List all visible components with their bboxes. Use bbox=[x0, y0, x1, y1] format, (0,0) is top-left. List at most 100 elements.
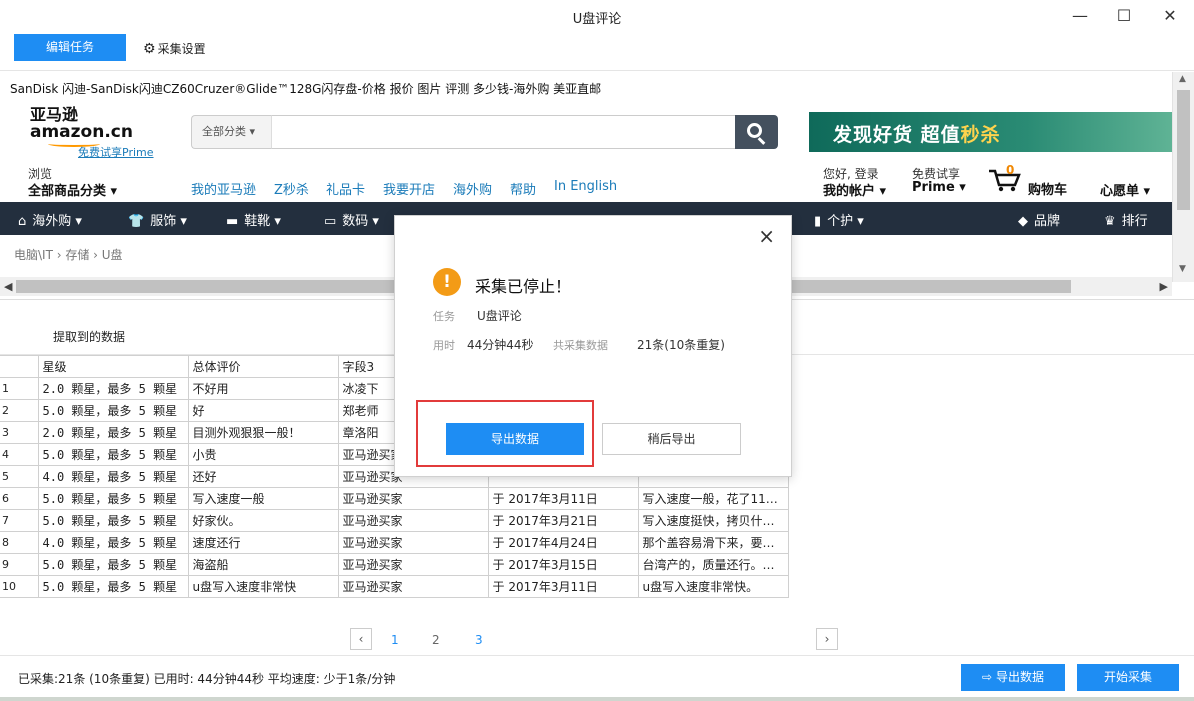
dialog-export-later-button[interactable]: 稍后导出 bbox=[602, 423, 741, 455]
breadcrumb[interactable]: 电脑\IT › 存储 › U盘 bbox=[14, 246, 123, 263]
shirt-icon: 👕 bbox=[128, 214, 145, 229]
bottom-strip bbox=[0, 697, 1194, 701]
nav-link-z-deals[interactable]: Z秒杀 bbox=[274, 179, 309, 198]
nav-cat-personal-care[interactable]: ▮ 个护 ▾ bbox=[814, 210, 864, 229]
time-value: 44分钟44秒 bbox=[467, 338, 534, 352]
nav-link-sell[interactable]: 我要开店 bbox=[383, 179, 435, 198]
export-icon: ⇨ bbox=[982, 670, 993, 684]
cell-date: 于 2017年3月21日 bbox=[487, 509, 639, 532]
row-index: 6 bbox=[0, 487, 39, 510]
cell-date: 于 2017年3月11日 bbox=[487, 487, 639, 510]
search-input[interactable] bbox=[271, 115, 736, 149]
nav-cat-apparel[interactable]: 👕 服饰 ▾ bbox=[128, 210, 187, 229]
wishlist-menu[interactable]: 心愿单 ▾ bbox=[1100, 180, 1150, 199]
cell-field3: 亚马逊买家 bbox=[337, 509, 489, 532]
start-collect-button[interactable]: 开始采集 bbox=[1077, 664, 1179, 691]
col-header-rating[interactable]: 星级 bbox=[37, 355, 189, 378]
scroll-right-arrow-icon[interactable]: ▶ bbox=[1160, 280, 1168, 293]
window-title: U盘评论 bbox=[572, 12, 622, 27]
dialog-title: 采集已停止！ bbox=[475, 277, 572, 296]
prev-page-button[interactable]: ‹ bbox=[350, 628, 372, 650]
cell-field3: 亚马逊买家 bbox=[337, 575, 489, 598]
tab-extracted-data[interactable]: 提取到的数据 bbox=[0, 320, 178, 356]
cell-overall: 速度还行 bbox=[187, 531, 339, 554]
close-icon[interactable]: × bbox=[758, 224, 775, 248]
trophy-icon: ♛ bbox=[1104, 214, 1116, 229]
collect-settings-button[interactable]: ⚙ 采集设置 bbox=[143, 40, 206, 57]
cell-overall: 好 bbox=[187, 399, 339, 422]
banner-highlight: 秒杀 bbox=[960, 124, 1001, 146]
col-header-index[interactable] bbox=[0, 355, 39, 378]
scroll-thumb[interactable] bbox=[1177, 90, 1190, 210]
cart-icon[interactable]: 0 bbox=[988, 165, 1022, 193]
nav-cat-digital[interactable]: ▭ 数码 ▾ bbox=[324, 210, 379, 229]
cell-date: 于 2017年4月24日 bbox=[487, 531, 639, 554]
highlight-box bbox=[416, 400, 594, 467]
nav-link-english[interactable]: In English bbox=[554, 179, 617, 194]
table-row[interactable]: 8 4.0 颗星，最多 5 颗星 速度还行 亚马逊买家于 2017年4月24日 那个盖容… bbox=[0, 531, 789, 554]
cart-label[interactable]: 购物车 bbox=[1028, 179, 1067, 198]
cell-content: u盘写入速度非常快。 bbox=[637, 575, 789, 598]
nav-cat-brands[interactable]: ◆ 品牌 bbox=[1018, 210, 1060, 229]
search-button[interactable] bbox=[735, 115, 778, 149]
table-row[interactable]: 9 5.0 颗星，最多 5 颗星 海盗船 亚马逊买家于 2017年3月15日 台湾产的，… bbox=[0, 553, 789, 576]
row-index: 7 bbox=[0, 509, 39, 532]
col-header-overall[interactable]: 总体评价 bbox=[187, 355, 339, 378]
cell-content: 那个盖容易滑下来，要… bbox=[637, 531, 789, 554]
cell-rating: 4.0 颗星，最多 5 颗星 bbox=[37, 531, 189, 554]
search-category-dropdown[interactable]: 全部分类 ▾ bbox=[191, 115, 271, 149]
scroll-down-arrow-icon[interactable]: ▼ bbox=[1179, 264, 1186, 274]
cell-field3: 亚马逊买家 bbox=[337, 531, 489, 554]
cell-overall: 海盗船 bbox=[187, 553, 339, 576]
cell-overall: 还好 bbox=[187, 465, 339, 488]
nav-cat-ranking[interactable]: ♛ 排行 bbox=[1104, 210, 1148, 229]
maximize-button[interactable]: ☐ bbox=[1104, 4, 1144, 28]
free-prime-link[interactable]: 免费试享Prime bbox=[78, 144, 154, 160]
promo-banner[interactable]: 发现好货 超值秒杀 bbox=[809, 112, 1172, 152]
cell-date: 于 2017年3月15日 bbox=[487, 553, 639, 576]
cell-rating: 5.0 颗星，最多 5 颗星 bbox=[37, 399, 189, 422]
table-row[interactable]: 10 5.0 颗星，最多 5 颗星 u盘写入速度非常快 亚马逊买家于 2017年3月1… bbox=[0, 575, 789, 598]
banner-text: 发现好货 超值 bbox=[833, 124, 961, 146]
nav-cat-shoes[interactable]: ▬ 鞋靴 ▾ bbox=[226, 210, 281, 229]
row-index: 1 bbox=[0, 377, 39, 400]
account-menu[interactable]: 我的帐户 ▾ bbox=[823, 180, 886, 199]
cell-rating: 5.0 颗星，最多 5 颗星 bbox=[37, 443, 189, 466]
table-row[interactable]: 6 5.0 颗星，最多 5 颗星 写入速度一般 亚马逊买家于 2017年3月11日 写入… bbox=[0, 487, 789, 510]
page-3[interactable]: 3 bbox=[475, 633, 483, 647]
scroll-left-arrow-icon[interactable]: ◀ bbox=[4, 280, 12, 293]
page-2[interactable]: 2 bbox=[432, 633, 440, 647]
cell-rating: 4.0 颗星，最多 5 颗星 bbox=[37, 465, 189, 488]
page-1[interactable]: 1 bbox=[391, 633, 399, 647]
export-data-button[interactable]: ⇨ 导出数据 bbox=[961, 664, 1065, 691]
next-page-button[interactable]: › bbox=[816, 628, 838, 650]
cell-field3: 亚马逊买家 bbox=[337, 553, 489, 576]
row-index: 4 bbox=[0, 443, 39, 466]
amazon-logo[interactable]: 亚马逊 amazon.cn bbox=[30, 105, 133, 147]
table-row[interactable]: 7 5.0 颗星，最多 5 颗星 好家伙。 亚马逊买家于 2017年3月21日 写入速度… bbox=[0, 509, 789, 532]
nav-link-my-amazon[interactable]: 我的亚马逊 bbox=[191, 179, 256, 198]
logo-en-text: amazon.cn bbox=[30, 122, 133, 142]
status-text: 已采集:21条 (10条重复) 已用时: 44分钟44秒 平均速度: 少于1条/… bbox=[18, 672, 396, 686]
cell-rating: 5.0 颗星，最多 5 颗星 bbox=[37, 509, 189, 532]
all-categories-menu[interactable]: 全部商品分类 ▾ bbox=[28, 180, 117, 199]
cell-rating: 5.0 颗星，最多 5 颗星 bbox=[37, 575, 189, 598]
vertical-scrollbar[interactable]: ▲ ▼ bbox=[1172, 72, 1194, 282]
logo-cn-text: 亚马逊 bbox=[30, 105, 79, 124]
close-window-button[interactable]: ✕ bbox=[1150, 4, 1190, 28]
prime-menu[interactable]: Prime ▾ bbox=[912, 180, 966, 195]
nav-cat-global[interactable]: ⌂ 海外购 ▾ bbox=[18, 210, 82, 229]
nav-link-global[interactable]: 海外购 bbox=[453, 179, 492, 198]
edit-task-button[interactable]: 编辑任务 bbox=[14, 34, 126, 61]
row-index: 5 bbox=[0, 465, 39, 488]
row-index: 3 bbox=[0, 421, 39, 444]
gear-icon: ⚙ bbox=[143, 41, 156, 57]
shoe-icon: ▬ bbox=[226, 214, 239, 229]
scroll-up-arrow-icon[interactable]: ▲ bbox=[1179, 74, 1186, 84]
nav-link-gift-card[interactable]: 礼品卡 bbox=[326, 179, 365, 198]
nav-link-help[interactable]: 帮助 bbox=[510, 179, 536, 198]
total-value: 21条(10条重复) bbox=[637, 338, 725, 352]
warning-icon: ! bbox=[433, 268, 461, 296]
tab-extracted-label: 提取到的数据 bbox=[53, 330, 126, 344]
minimize-button[interactable]: — bbox=[1060, 4, 1100, 28]
